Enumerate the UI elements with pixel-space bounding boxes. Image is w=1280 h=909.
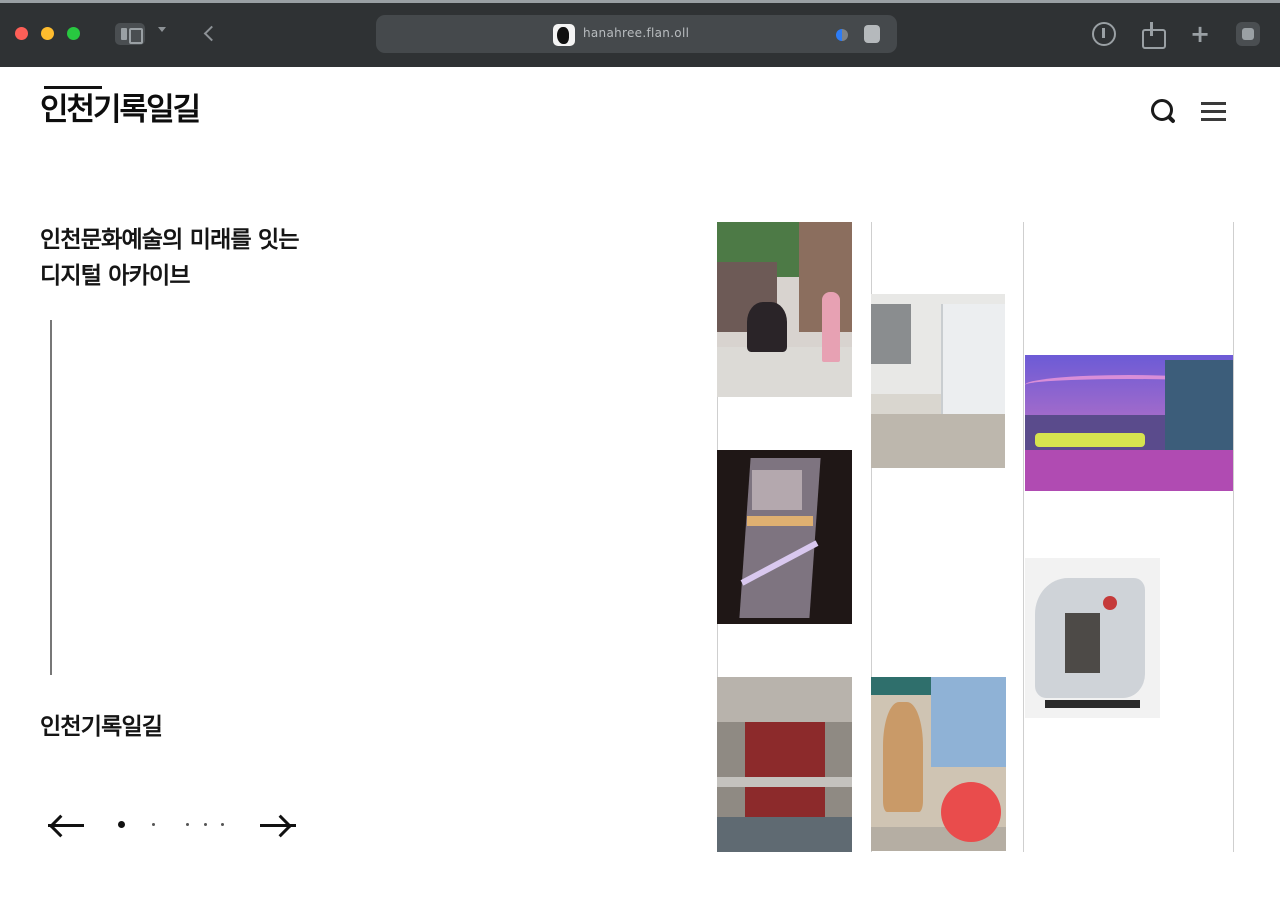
downloads-icon[interactable] (1092, 22, 1116, 46)
vertical-divider (50, 320, 52, 675)
menu-icon[interactable] (1201, 100, 1226, 124)
url-text[interactable]: hanahree.flan.oll (583, 26, 689, 40)
share-icon[interactable] (1141, 22, 1166, 49)
zoom-window-button[interactable] (67, 27, 80, 40)
gallery-photo-painted-figure[interactable] (871, 677, 1006, 851)
pagination-dot[interactable] (204, 823, 207, 826)
tagline-line-2: 디지털 아카이브 (40, 263, 191, 289)
chevron-down-icon[interactable] (158, 27, 166, 32)
minimize-window-button[interactable] (41, 27, 54, 40)
new-tab-icon[interactable]: + (1188, 22, 1212, 46)
site-favicon (553, 24, 575, 46)
pagination-dot[interactable] (152, 823, 155, 826)
hero-tagline: 인천문화예술의 미래를 잇는 디지털 아카이브 (40, 222, 380, 294)
next-slide-button[interactable] (256, 806, 300, 846)
column-divider (1023, 222, 1024, 852)
pagination-dot-active[interactable] (118, 821, 125, 828)
privacy-shield-icon[interactable] (864, 25, 880, 43)
gallery-photo-street-performance[interactable] (717, 222, 852, 397)
section-title: 인천기록일길 (40, 714, 163, 740)
browser-toolbar: hanahree.flan.oll + (0, 0, 1280, 67)
extension-icon[interactable] (836, 29, 848, 41)
search-icon[interactable] (1149, 97, 1179, 127)
prev-slide-button[interactable] (44, 806, 88, 846)
gallery-photo-illuminated-tower[interactable] (717, 450, 852, 624)
gallery-photo-colorful-underpass[interactable] (1025, 355, 1233, 491)
tagline-line-1: 인천문화예술의 미래를 잇는 (40, 227, 300, 253)
column-divider (1233, 222, 1234, 852)
logo-text[interactable]: 인천기록일길 (40, 90, 201, 130)
logo-accent-bar (44, 86, 102, 89)
gallery-photo-red-installation[interactable] (717, 677, 852, 852)
pagination-dot[interactable] (221, 823, 224, 826)
gallery-photo-white-corridor[interactable] (871, 294, 1005, 468)
gallery-photo-sculpture-cutout[interactable] (1025, 558, 1160, 718)
close-window-button[interactable] (15, 27, 28, 40)
back-arrow-icon[interactable] (200, 23, 216, 45)
pagination-dot[interactable] (186, 823, 189, 826)
address-bar[interactable]: hanahree.flan.oll (376, 15, 897, 53)
sidebar-toggle-icon[interactable] (115, 23, 145, 45)
tab-overview-icon[interactable] (1236, 22, 1260, 46)
